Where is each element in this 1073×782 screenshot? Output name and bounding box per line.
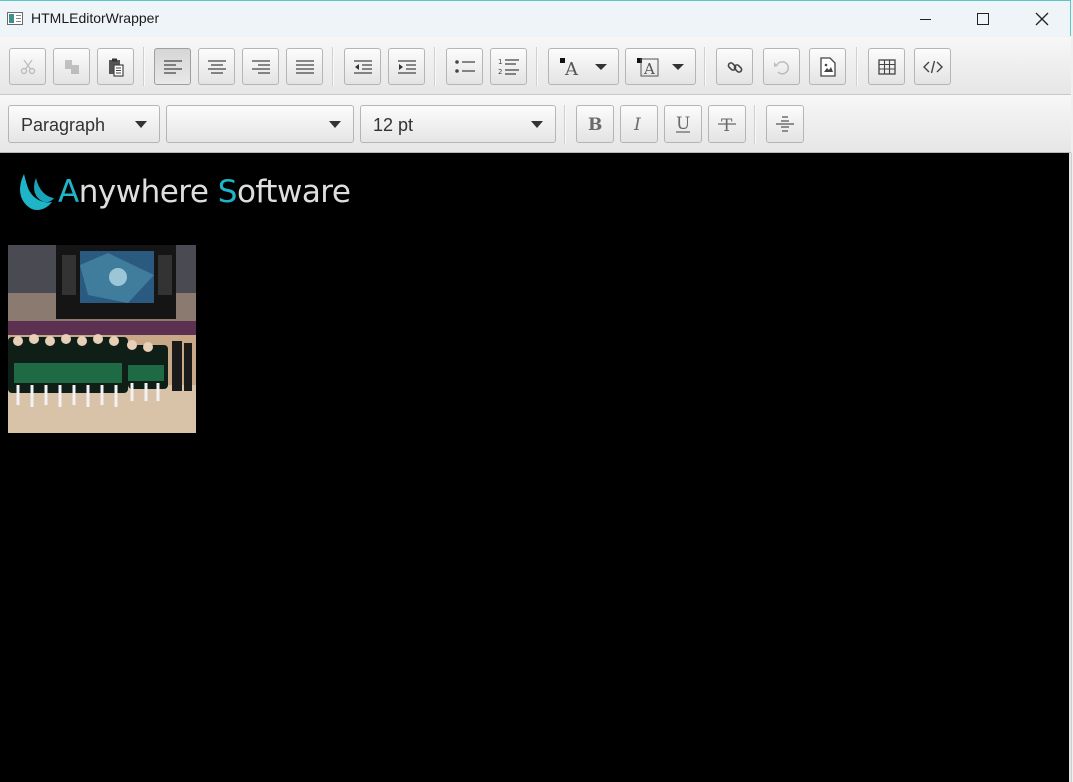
separator — [536, 47, 538, 86]
top-toolbar: 12 A A — [0, 37, 1071, 95]
app-icon — [7, 12, 23, 25]
svg-text:U: U — [676, 114, 690, 134]
svg-text:A: A — [564, 59, 579, 77]
separator — [434, 47, 436, 86]
window-title: HTMLEditorWrapper — [31, 10, 160, 26]
logo-text: Anywhere Software — [58, 174, 351, 210]
svg-text:2: 2 — [498, 68, 502, 76]
outdent-button[interactable] — [344, 48, 381, 85]
font-family-select[interactable] — [166, 105, 354, 143]
close-button[interactable] — [1019, 1, 1065, 37]
italic-icon: I — [633, 115, 641, 133]
code-icon — [922, 60, 943, 73]
background-color-icon: A — [637, 57, 659, 77]
align-left-button[interactable] — [154, 48, 191, 85]
underline-icon: U — [676, 114, 690, 134]
align-left-icon — [163, 59, 182, 74]
justify-icon — [295, 59, 314, 74]
font-size-value: 12 pt — [373, 115, 414, 135]
underline-button[interactable]: U — [664, 105, 702, 143]
font-size-select[interactable]: 12 pt — [360, 105, 556, 143]
link-icon — [727, 61, 742, 73]
paragraph-style-select[interactable]: Paragraph — [8, 105, 160, 143]
svg-text:A: A — [643, 60, 655, 77]
bold-button[interactable]: B — [576, 105, 614, 143]
logo-word-anywhere: nywhere — [78, 174, 218, 210]
paste-icon — [108, 58, 124, 77]
align-center-icon — [207, 59, 226, 74]
source-code-button[interactable] — [914, 48, 951, 85]
editor-edge — [1069, 153, 1071, 782]
numbered-list-button[interactable]: 12 — [490, 48, 527, 85]
minimize-icon — [919, 18, 931, 20]
separator — [564, 105, 566, 144]
indent-icon — [397, 59, 416, 74]
indent-button[interactable] — [388, 48, 425, 85]
separator — [332, 47, 334, 86]
outdent-icon — [353, 59, 372, 74]
maximize-button[interactable] — [960, 1, 1006, 37]
logo-icon — [20, 174, 54, 210]
format-toolbar: Paragraph 12 pt B I U T — [0, 95, 1071, 153]
svg-text:B: B — [588, 115, 602, 133]
separator — [143, 47, 145, 86]
chevron-down-icon — [135, 121, 147, 128]
copy-icon — [64, 59, 79, 74]
horizontal-rule-icon — [776, 116, 794, 132]
image-icon — [819, 56, 836, 77]
align-right-icon — [251, 59, 270, 74]
table-icon — [877, 58, 896, 75]
separator — [704, 47, 706, 86]
svg-text:I: I — [633, 115, 641, 133]
cut-icon — [20, 59, 35, 74]
title-bar: HTMLEditorWrapper — [0, 0, 1071, 36]
paragraph-style-value: Paragraph — [21, 115, 106, 135]
cut-button[interactable] — [9, 48, 46, 85]
insert-table-button[interactable] — [868, 48, 905, 85]
strikethrough-icon: T — [718, 116, 736, 133]
basketball-team-photo — [8, 245, 196, 433]
separator — [754, 105, 756, 144]
close-icon — [1035, 12, 1049, 26]
background-color-dropdown[interactable]: A — [625, 48, 696, 85]
chevron-down-icon — [329, 121, 341, 128]
logo-word-software: oftware — [236, 174, 351, 210]
insert-link-button[interactable] — [716, 48, 753, 85]
justify-button[interactable] — [286, 48, 323, 85]
strikethrough-button[interactable]: T — [708, 105, 746, 143]
chevron-down-icon — [531, 121, 543, 128]
align-center-button[interactable] — [198, 48, 235, 85]
text-color-dropdown[interactable]: A — [548, 48, 619, 85]
align-right-button[interactable] — [242, 48, 279, 85]
maximize-icon — [977, 13, 989, 25]
logo-letter-a: A — [58, 174, 79, 210]
logo-letter-s: S — [217, 174, 238, 210]
horizontal-rule-button[interactable] — [766, 105, 804, 143]
separator — [856, 47, 858, 86]
paste-button[interactable] — [97, 48, 134, 85]
undo-button[interactable] — [763, 48, 800, 85]
copy-button[interactable] — [53, 48, 90, 85]
text-color-icon: A — [560, 57, 579, 77]
svg-text:1: 1 — [498, 58, 502, 66]
chevron-down-icon — [595, 64, 607, 70]
anywhere-software-logo: Anywhere Software — [16, 167, 351, 217]
bold-icon: B — [588, 115, 602, 133]
editor-content-area[interactable]: Anywhere Software — [0, 153, 1072, 782]
bullet-list-button[interactable] — [446, 48, 483, 85]
numbered-list-icon: 12 — [498, 58, 519, 76]
insert-image-button[interactable] — [809, 48, 846, 85]
bullet-list-icon — [454, 59, 475, 73]
italic-button[interactable]: I — [620, 105, 658, 143]
chevron-down-icon — [672, 64, 684, 70]
minimize-button[interactable] — [902, 1, 948, 37]
undo-icon — [773, 60, 789, 75]
